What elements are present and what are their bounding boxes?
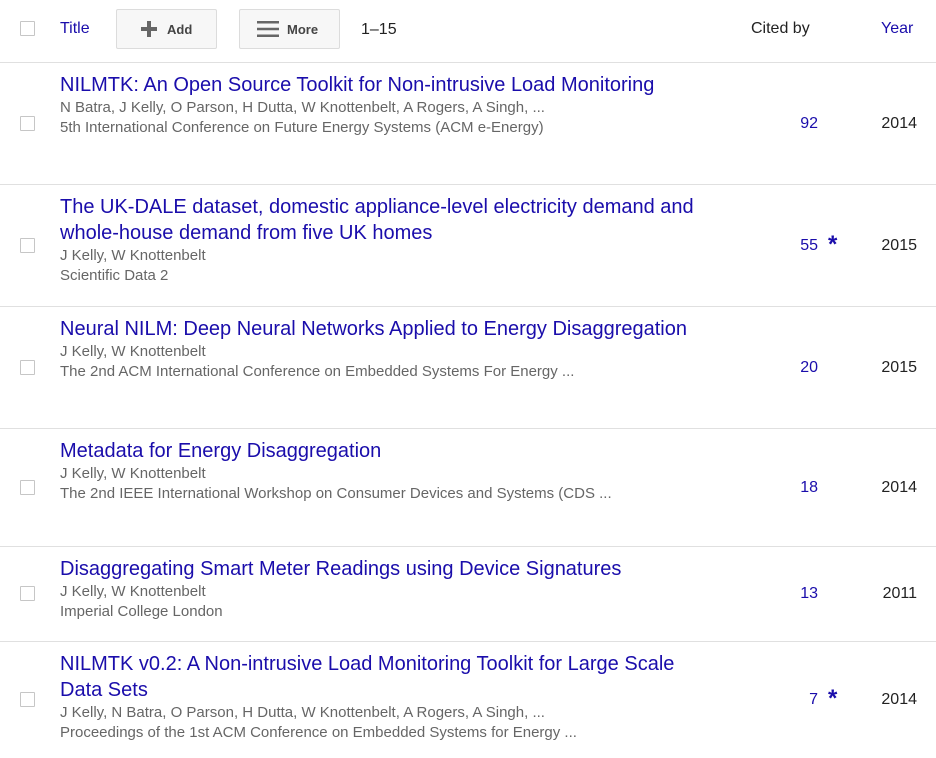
row-checkbox[interactable] <box>20 586 35 601</box>
select-all-checkbox[interactable] <box>20 21 35 36</box>
article-row: Neural NILM: Deep Neural Networks Applie… <box>0 307 936 429</box>
article-title-link[interactable]: Metadata for Energy Disaggregation <box>60 438 700 464</box>
article-venue: Scientific Data 2 <box>60 267 169 284</box>
article-authors: J Kelly, W Knottenbelt <box>60 583 206 600</box>
article-authors: J Kelly, W Knottenbelt <box>60 465 206 482</box>
article-row: The UK-DALE dataset, domestic appliance-… <box>0 185 936 307</box>
cited-by-count-link[interactable]: 55 <box>800 236 818 256</box>
article-content: Neural NILM: Deep Neural Networks Applie… <box>60 316 700 382</box>
article-content: Disaggregating Smart Meter Readings usin… <box>60 556 700 622</box>
plus-icon <box>141 21 157 37</box>
row-checkbox[interactable] <box>20 359 35 375</box>
article-venue: The 2nd ACM International Conference on … <box>60 363 575 380</box>
star-icon: * <box>828 685 838 712</box>
row-checkbox[interactable] <box>20 692 35 707</box>
add-button[interactable]: Add <box>116 9 217 49</box>
more-button[interactable]: More <box>239 9 340 49</box>
article-content: NILMTK: An Open Source Toolkit for Non-i… <box>60 72 700 138</box>
table-header: Title Add More 1–15 Cited by Year <box>0 0 936 63</box>
article-title-link[interactable]: Disaggregating Smart Meter Readings usin… <box>60 556 700 582</box>
article-year: 2011 <box>882 585 917 602</box>
article-row: Disaggregating Smart Meter Readings usin… <box>0 547 936 642</box>
cited-by-count-link[interactable]: 7 <box>809 690 818 710</box>
article-venue: 5th International Conference on Future E… <box>60 119 544 136</box>
article-title-link[interactable]: The UK-DALE dataset, domestic appliance-… <box>60 194 700 246</box>
add-button-label: Add <box>167 21 193 37</box>
article-content: NILMTK v0.2: A Non-intrusive Load Monito… <box>60 651 700 743</box>
article-year: 2014 <box>881 114 917 132</box>
result-range: 1–15 <box>361 21 397 38</box>
article-venue: The 2nd IEEE International Workshop on C… <box>60 485 612 502</box>
row-checkbox[interactable] <box>20 479 35 495</box>
article-authors: J Kelly, W Knottenbelt <box>60 247 206 264</box>
article-row: NILMTK: An Open Source Toolkit for Non-i… <box>0 63 936 185</box>
article-content: Metadata for Energy Disaggregation J Kel… <box>60 438 700 504</box>
cited-by-count-link[interactable]: 13 <box>800 584 818 604</box>
article-authors: J Kelly, N Batra, O Parson, H Dutta, W K… <box>60 704 545 721</box>
row-checkbox[interactable] <box>20 115 35 131</box>
article-venue: Imperial College London <box>60 603 223 620</box>
article-row: Metadata for Energy Disaggregation J Kel… <box>0 429 936 547</box>
article-authors: N Batra, J Kelly, O Parson, H Dutta, W K… <box>60 99 545 116</box>
article-title-link[interactable]: NILMTK: An Open Source Toolkit for Non-i… <box>60 72 700 98</box>
article-year: 2015 <box>881 358 917 376</box>
cited-by-count-link[interactable]: 20 <box>800 358 818 378</box>
sort-by-year-link[interactable]: Year <box>881 20 913 38</box>
article-year: 2014 <box>881 691 917 708</box>
article-title-link[interactable]: NILMTK v0.2: A Non-intrusive Load Monito… <box>60 651 700 703</box>
more-button-label: More <box>287 21 319 37</box>
article-content: The UK-DALE dataset, domestic appliance-… <box>60 194 700 286</box>
article-authors: J Kelly, W Knottenbelt <box>60 343 206 360</box>
article-year: 2014 <box>881 478 917 496</box>
cited-by-count-link[interactable]: 92 <box>800 114 818 134</box>
article-venue: Proceedings of the 1st ACM Conference on… <box>60 724 577 741</box>
article-year: 2015 <box>881 236 917 254</box>
cited-by-count-link[interactable]: 18 <box>800 478 818 498</box>
menu-icon <box>257 21 279 37</box>
article-row: NILMTK v0.2: A Non-intrusive Load Monito… <box>0 642 936 758</box>
cited-by-header: Cited by <box>751 20 810 37</box>
star-icon: * <box>828 230 838 258</box>
article-title-link[interactable]: Neural NILM: Deep Neural Networks Applie… <box>60 316 700 342</box>
row-checkbox[interactable] <box>20 237 35 253</box>
sort-by-title-link[interactable]: Title <box>60 20 90 38</box>
